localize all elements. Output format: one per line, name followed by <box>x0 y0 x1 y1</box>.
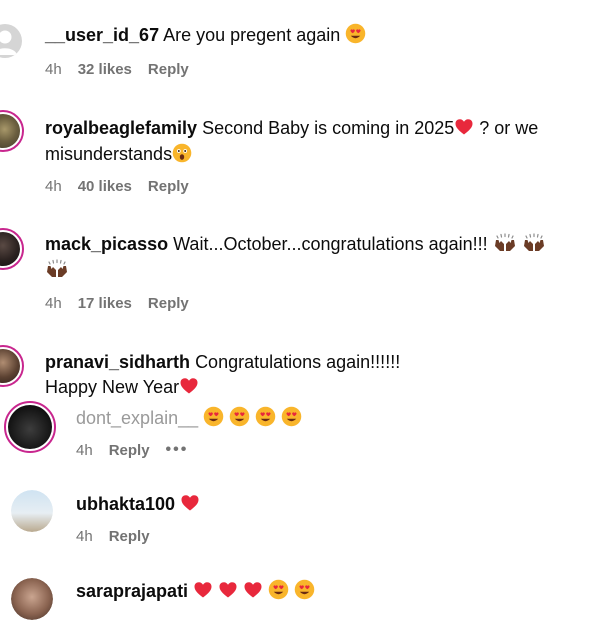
username[interactable]: saraprajapati <box>76 581 188 601</box>
timestamp: 4h <box>45 61 62 78</box>
comment-text-line2 <box>45 257 69 283</box>
reply-button[interactable]: Reply <box>109 442 150 459</box>
red-heart-emoji-icon <box>180 493 200 513</box>
timestamp: 4h <box>76 528 93 545</box>
more-options-icon[interactable]: ••• <box>166 441 189 459</box>
reply-button[interactable]: Reply <box>148 178 189 195</box>
likes-count[interactable]: 40 likes <box>78 178 132 195</box>
heart-eyes-emoji-icon <box>229 406 250 427</box>
comment-text: ubhakta100 <box>76 491 200 517</box>
raised-hands-emoji-icon <box>493 233 517 253</box>
comment-body: Wait...October...congratulations again!!… <box>173 234 488 254</box>
comment-text: dont_explain__ <box>76 405 302 431</box>
comment-body: Congratulations again!!!!!! <box>195 352 401 372</box>
raised-hands-emoji-icon <box>522 233 546 253</box>
red-heart-emoji-icon <box>454 117 474 137</box>
reply-button[interactable]: Reply <box>148 295 189 312</box>
comment-text: pranavi_sidharth Congratulations again!!… <box>45 349 400 375</box>
heart-eyes-emoji-icon <box>203 406 224 427</box>
comment-body: Are you pregent again <box>163 25 341 45</box>
comment-body: Second Baby is coming in 2025 <box>202 118 455 138</box>
avatar[interactable] <box>0 24 22 58</box>
comment-text-line2: Happy New Year <box>45 374 199 400</box>
reply-button[interactable]: Reply <box>148 61 189 78</box>
comment-meta: 4h Reply ••• <box>76 441 188 459</box>
reply-button[interactable]: Reply <box>109 528 150 545</box>
red-heart-emoji-icon <box>193 580 213 600</box>
comment-meta: 4h 40 likes Reply <box>45 178 189 195</box>
default-avatar-icon <box>0 30 17 55</box>
likes-count[interactable]: 17 likes <box>78 295 132 312</box>
heart-eyes-emoji-icon <box>281 406 302 427</box>
heart-eyes-emoji-icon <box>268 579 289 600</box>
username[interactable]: pranavi_sidharth <box>45 352 190 372</box>
timestamp: 4h <box>45 178 62 195</box>
comment-text: __user_id_67 Are you pregent again <box>45 22 366 48</box>
comment-body-cont: ? or we <box>479 118 539 138</box>
comment-meta: 4h 32 likes Reply <box>45 61 189 78</box>
likes-count[interactable]: 32 likes <box>78 61 132 78</box>
avatar[interactable] <box>0 228 24 270</box>
heart-eyes-emoji-icon <box>345 23 366 44</box>
comment-text: mack_picasso Wait...October...congratula… <box>45 231 546 257</box>
comment-meta: 4h 17 likes Reply <box>45 295 189 312</box>
username[interactable]: dont_explain__ <box>76 408 198 428</box>
comment-meta: 4h Reply <box>76 528 150 545</box>
timestamp: 4h <box>45 295 62 312</box>
comment-text: royalbeaglefamily Second Baby is coming … <box>45 115 538 141</box>
username[interactable]: __user_id_67 <box>45 25 159 45</box>
avatar[interactable] <box>0 345 24 387</box>
comment-body-line2: misunderstands <box>45 144 173 164</box>
username[interactable]: mack_picasso <box>45 234 168 254</box>
avatar[interactable] <box>11 490 53 532</box>
comment-text-line2: misunderstands <box>45 141 192 167</box>
comment-body-line2: Happy New Year <box>45 377 180 397</box>
red-heart-emoji-icon <box>179 376 199 396</box>
heart-eyes-emoji-icon <box>255 406 276 427</box>
astonished-emoji-icon <box>172 143 192 163</box>
heart-eyes-emoji-icon <box>294 579 315 600</box>
avatar[interactable] <box>11 578 53 620</box>
timestamp: 4h <box>76 441 93 459</box>
username[interactable]: ubhakta100 <box>76 494 175 514</box>
avatar[interactable] <box>4 401 56 453</box>
username[interactable]: royalbeaglefamily <box>45 118 197 138</box>
raised-hands-emoji-icon <box>45 259 69 279</box>
red-heart-emoji-icon <box>218 580 238 600</box>
red-heart-emoji-icon <box>243 580 263 600</box>
avatar[interactable] <box>0 110 24 152</box>
comment-text: saraprajapati <box>76 578 315 604</box>
